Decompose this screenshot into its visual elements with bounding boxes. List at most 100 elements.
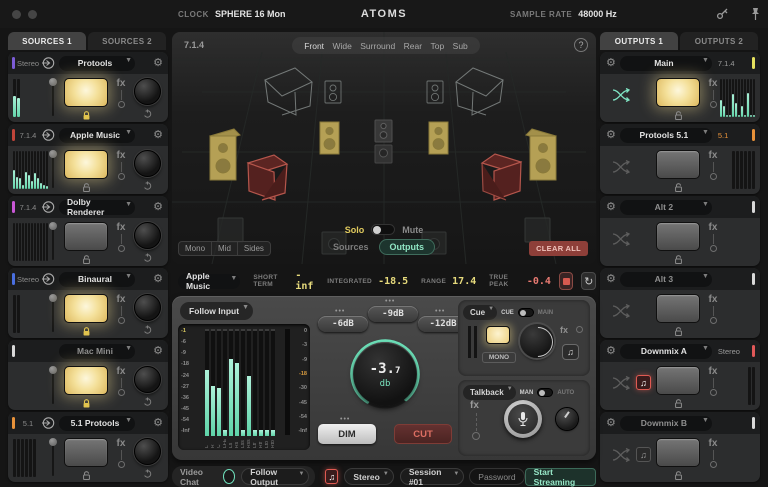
output-lock[interactable] <box>656 326 700 337</box>
source-fader[interactable] <box>48 366 58 406</box>
clear-all-button[interactable]: CLEAR ALL <box>529 241 588 256</box>
output-pad-button[interactable] <box>656 78 700 107</box>
cue-music-button[interactable]: ♫ <box>562 344 579 360</box>
input-routing-icon[interactable] <box>41 272 55 286</box>
source-level-knob[interactable] <box>134 222 161 249</box>
tab-outputs-2[interactable]: OUTPUTS 2 <box>680 32 758 50</box>
cue-fx-label[interactable]: fx <box>560 325 568 335</box>
source-level-knob[interactable] <box>134 438 161 465</box>
power-icon[interactable] <box>143 181 152 190</box>
dim-button[interactable]: DIM <box>318 424 376 444</box>
man-auto-switch[interactable] <box>537 388 554 397</box>
solo-mute-toggle[interactable] <box>371 224 396 235</box>
talkback-mic-button[interactable] <box>504 400 542 438</box>
output-fx[interactable]: fx <box>706 366 720 396</box>
source-level-knob[interactable] <box>134 150 161 177</box>
monitor-input-select[interactable]: Follow Input ▼ <box>180 302 254 320</box>
source-fx[interactable]: fx <box>114 150 128 180</box>
trim-9db-button[interactable]: -9dB <box>368 306 418 322</box>
output-fx[interactable]: fx <box>706 150 720 180</box>
gear-icon[interactable]: ⚙ <box>606 417 616 429</box>
gear-icon[interactable]: ⚙ <box>153 417 163 429</box>
trim-6db-button[interactable]: -6dB <box>318 316 368 332</box>
session-select[interactable]: Session #01 ▼ <box>399 467 465 487</box>
source-pad-button[interactable] <box>64 150 108 179</box>
source-level-knob[interactable] <box>134 294 161 321</box>
video-chat-toggle[interactable] <box>222 469 236 484</box>
source-pad-button[interactable] <box>64 222 108 251</box>
source-pad-button[interactable] <box>64 438 108 467</box>
crossfeed-icon[interactable] <box>612 88 630 102</box>
talkback-select[interactable]: Talkback ▼ <box>463 385 516 400</box>
source-fx[interactable]: fx <box>114 438 128 468</box>
cue-main-switch[interactable] <box>517 308 534 317</box>
downmix-note-icon[interactable]: ♫ <box>636 375 651 390</box>
gear-icon[interactable]: ⚙ <box>153 201 163 213</box>
tab-outputs-1[interactable]: OUTPUTS 1 <box>600 32 678 50</box>
power-icon[interactable] <box>143 253 152 262</box>
output-fx[interactable]: fx <box>706 438 720 468</box>
gear-icon[interactable]: ⚙ <box>153 345 163 357</box>
source-level-knob[interactable] <box>134 366 161 393</box>
downmix-note-icon[interactable]: ♫ <box>636 447 651 462</box>
source-name-select[interactable]: Dolby Renderer ▼ <box>59 197 135 217</box>
source-lock[interactable] <box>64 398 108 409</box>
tab-sources-1[interactable]: SOURCES 1 <box>8 32 86 50</box>
power-icon[interactable] <box>143 325 152 334</box>
output-pad-button[interactable] <box>656 438 700 467</box>
output-name-select[interactable]: Alt 2 ▼ <box>619 199 712 215</box>
talkback-fx-bypass-icon[interactable] <box>472 432 480 440</box>
source-fader[interactable] <box>48 78 58 118</box>
talkback-fx-label[interactable]: fx <box>470 400 479 411</box>
gear-icon[interactable]: ⚙ <box>153 57 163 69</box>
output-lock[interactable] <box>656 182 700 193</box>
source-fader[interactable] <box>48 222 58 262</box>
sources-layer-button[interactable]: Sources <box>333 242 369 252</box>
source-fx[interactable]: fx <box>114 294 128 324</box>
loudness-source-select[interactable]: Apple Music ▼ <box>178 271 241 291</box>
output-pad-button[interactable] <box>656 150 700 179</box>
output-fx[interactable]: fx <box>706 78 720 108</box>
gear-icon[interactable]: ⚙ <box>153 129 163 141</box>
source-fader[interactable] <box>48 438 58 478</box>
source-name-select[interactable]: Binaural ▼ <box>59 271 135 287</box>
source-lock[interactable] <box>64 470 108 481</box>
loudness-stop-button[interactable] <box>558 272 574 290</box>
output-name-select[interactable]: Main ▼ <box>619 55 712 71</box>
view-surround[interactable]: Surround <box>360 41 395 51</box>
crossfeed-icon[interactable] <box>612 376 630 390</box>
outputs-layer-button[interactable]: Outputs <box>378 239 436 255</box>
source-level-knob[interactable] <box>134 78 161 105</box>
main-level-knob[interactable]: -3.7 db <box>349 338 421 410</box>
input-routing-icon[interactable] <box>41 200 55 214</box>
input-routing-icon[interactable] <box>41 56 55 70</box>
source-lock[interactable] <box>64 182 108 193</box>
output-name-select[interactable]: Downmix A ▼ <box>619 343 712 359</box>
cue-pad-button[interactable] <box>486 326 510 344</box>
output-fx[interactable]: fx <box>706 222 720 252</box>
output-pad-button[interactable] <box>656 222 700 251</box>
output-name-select[interactable]: Alt 3 ▼ <box>619 271 712 287</box>
view-front[interactable]: Front <box>304 41 324 51</box>
start-streaming-button[interactable]: Start Streaming <box>524 467 596 487</box>
output-fx[interactable]: fx <box>706 294 720 324</box>
source-lock[interactable] <box>64 254 108 265</box>
source-fx[interactable]: fx <box>114 366 128 396</box>
stream-format-select[interactable]: Stereo ▼ <box>344 468 394 485</box>
mute-label[interactable]: Mute <box>402 225 423 235</box>
view-sub[interactable]: Sub <box>453 41 468 51</box>
source-name-select[interactable]: Apple Music ▼ <box>59 127 135 143</box>
source-pad-button[interactable] <box>64 294 108 323</box>
gear-icon[interactable]: ⚙ <box>606 129 616 141</box>
source-pad-button[interactable] <box>64 78 108 107</box>
output-name-select[interactable]: Protools 5.1 ▼ <box>619 127 712 143</box>
gear-icon[interactable]: ⚙ <box>153 273 163 285</box>
power-icon[interactable] <box>143 397 152 406</box>
power-icon[interactable] <box>143 469 152 478</box>
source-fx[interactable]: fx <box>114 78 128 108</box>
crossfeed-icon[interactable] <box>612 232 630 246</box>
stream-output-select[interactable]: Follow Output ▼ <box>241 467 310 487</box>
password-input[interactable]: Password <box>469 468 525 485</box>
cue-fx-bypass-icon[interactable] <box>576 326 583 333</box>
tab-sources-2[interactable]: SOURCES 2 <box>88 32 166 50</box>
